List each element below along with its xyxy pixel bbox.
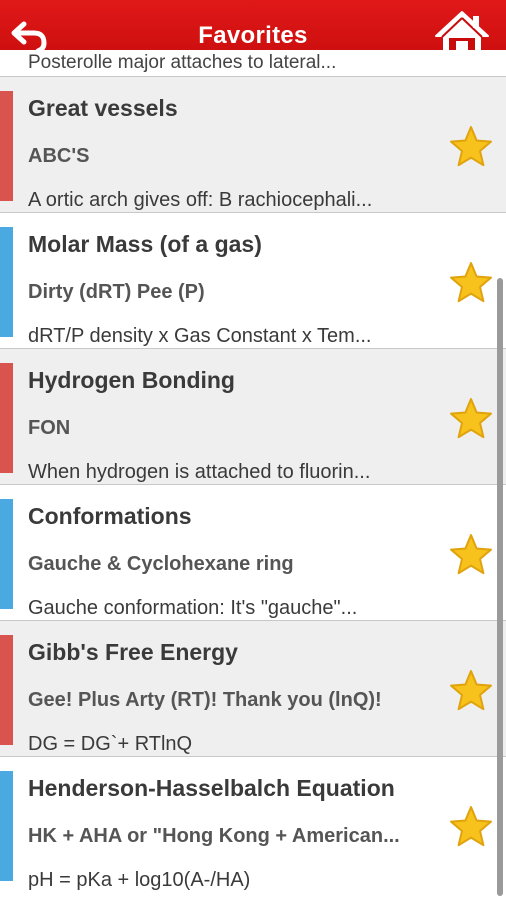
item-description: pH = pKa + log10(A-/HA) — [28, 869, 251, 891]
page-title: Favorites — [198, 22, 308, 49]
item-title: Henderson-Hasselbalch Equation — [28, 775, 395, 801]
star-icon[interactable] — [448, 669, 494, 713]
item-mnemonic: Dirty (dRT) Pee (P) — [28, 281, 205, 303]
star-icon[interactable] — [448, 125, 494, 169]
star-icon[interactable] — [448, 261, 494, 305]
category-color-bar — [0, 499, 13, 609]
item-title: Conformations — [28, 503, 192, 529]
item-description: A ortic arch gives off: B rachiocephali.… — [28, 189, 373, 211]
item-mnemonic: HK + AHA or "Hong Kong + American... — [28, 825, 400, 847]
category-color-bar — [0, 91, 13, 201]
item-title: Gibb's Free Energy — [28, 639, 238, 665]
list-item[interactable]: Great vessels ABC'S A ortic arch gives o… — [0, 76, 506, 212]
scrollbar[interactable] — [497, 278, 503, 896]
list-item[interactable]: Molar Mass (of a gas) Dirty (dRT) Pee (P… — [0, 212, 506, 348]
category-color-bar — [0, 771, 13, 881]
partial-list-item: Posterolle major attaches to lateral... — [0, 50, 506, 76]
favorites-list: Great vessels ABC'S A ortic arch gives o… — [0, 76, 506, 892]
partial-item-text: Posterolle major attaches to lateral... — [28, 52, 337, 73]
list-item[interactable]: Conformations Gauche & Cyclohexane ring … — [0, 484, 506, 620]
list-item[interactable]: Gibb's Free Energy Gee! Plus Arty (RT)! … — [0, 620, 506, 756]
item-title: Molar Mass (of a gas) — [28, 231, 262, 257]
category-color-bar — [0, 363, 13, 473]
item-mnemonic: ABC'S — [28, 145, 90, 167]
item-title: Hydrogen Bonding — [28, 367, 235, 393]
item-title: Great vessels — [28, 95, 178, 121]
item-mnemonic: Gee! Plus Arty (RT)! Thank you (lnQ)! — [28, 689, 382, 711]
item-mnemonic: Gauche & Cyclohexane ring — [28, 553, 294, 575]
item-description: Gauche conformation: It's "gauche"... — [28, 597, 358, 619]
category-color-bar — [0, 635, 13, 745]
item-description: DG = DG`+ RTlnQ — [28, 733, 193, 755]
list-item[interactable]: Henderson-Hasselbalch Equation HK + AHA … — [0, 756, 506, 892]
star-icon[interactable] — [448, 533, 494, 577]
category-color-bar — [0, 227, 13, 337]
star-icon[interactable] — [448, 805, 494, 849]
star-icon[interactable] — [448, 397, 494, 441]
item-description: dRT/P density x Gas Constant x Tem... — [28, 325, 372, 347]
list-item[interactable]: Hydrogen Bonding FON When hydrogen is at… — [0, 348, 506, 484]
item-mnemonic: FON — [28, 417, 71, 439]
item-description: When hydrogen is attached to fluorin... — [28, 461, 371, 483]
